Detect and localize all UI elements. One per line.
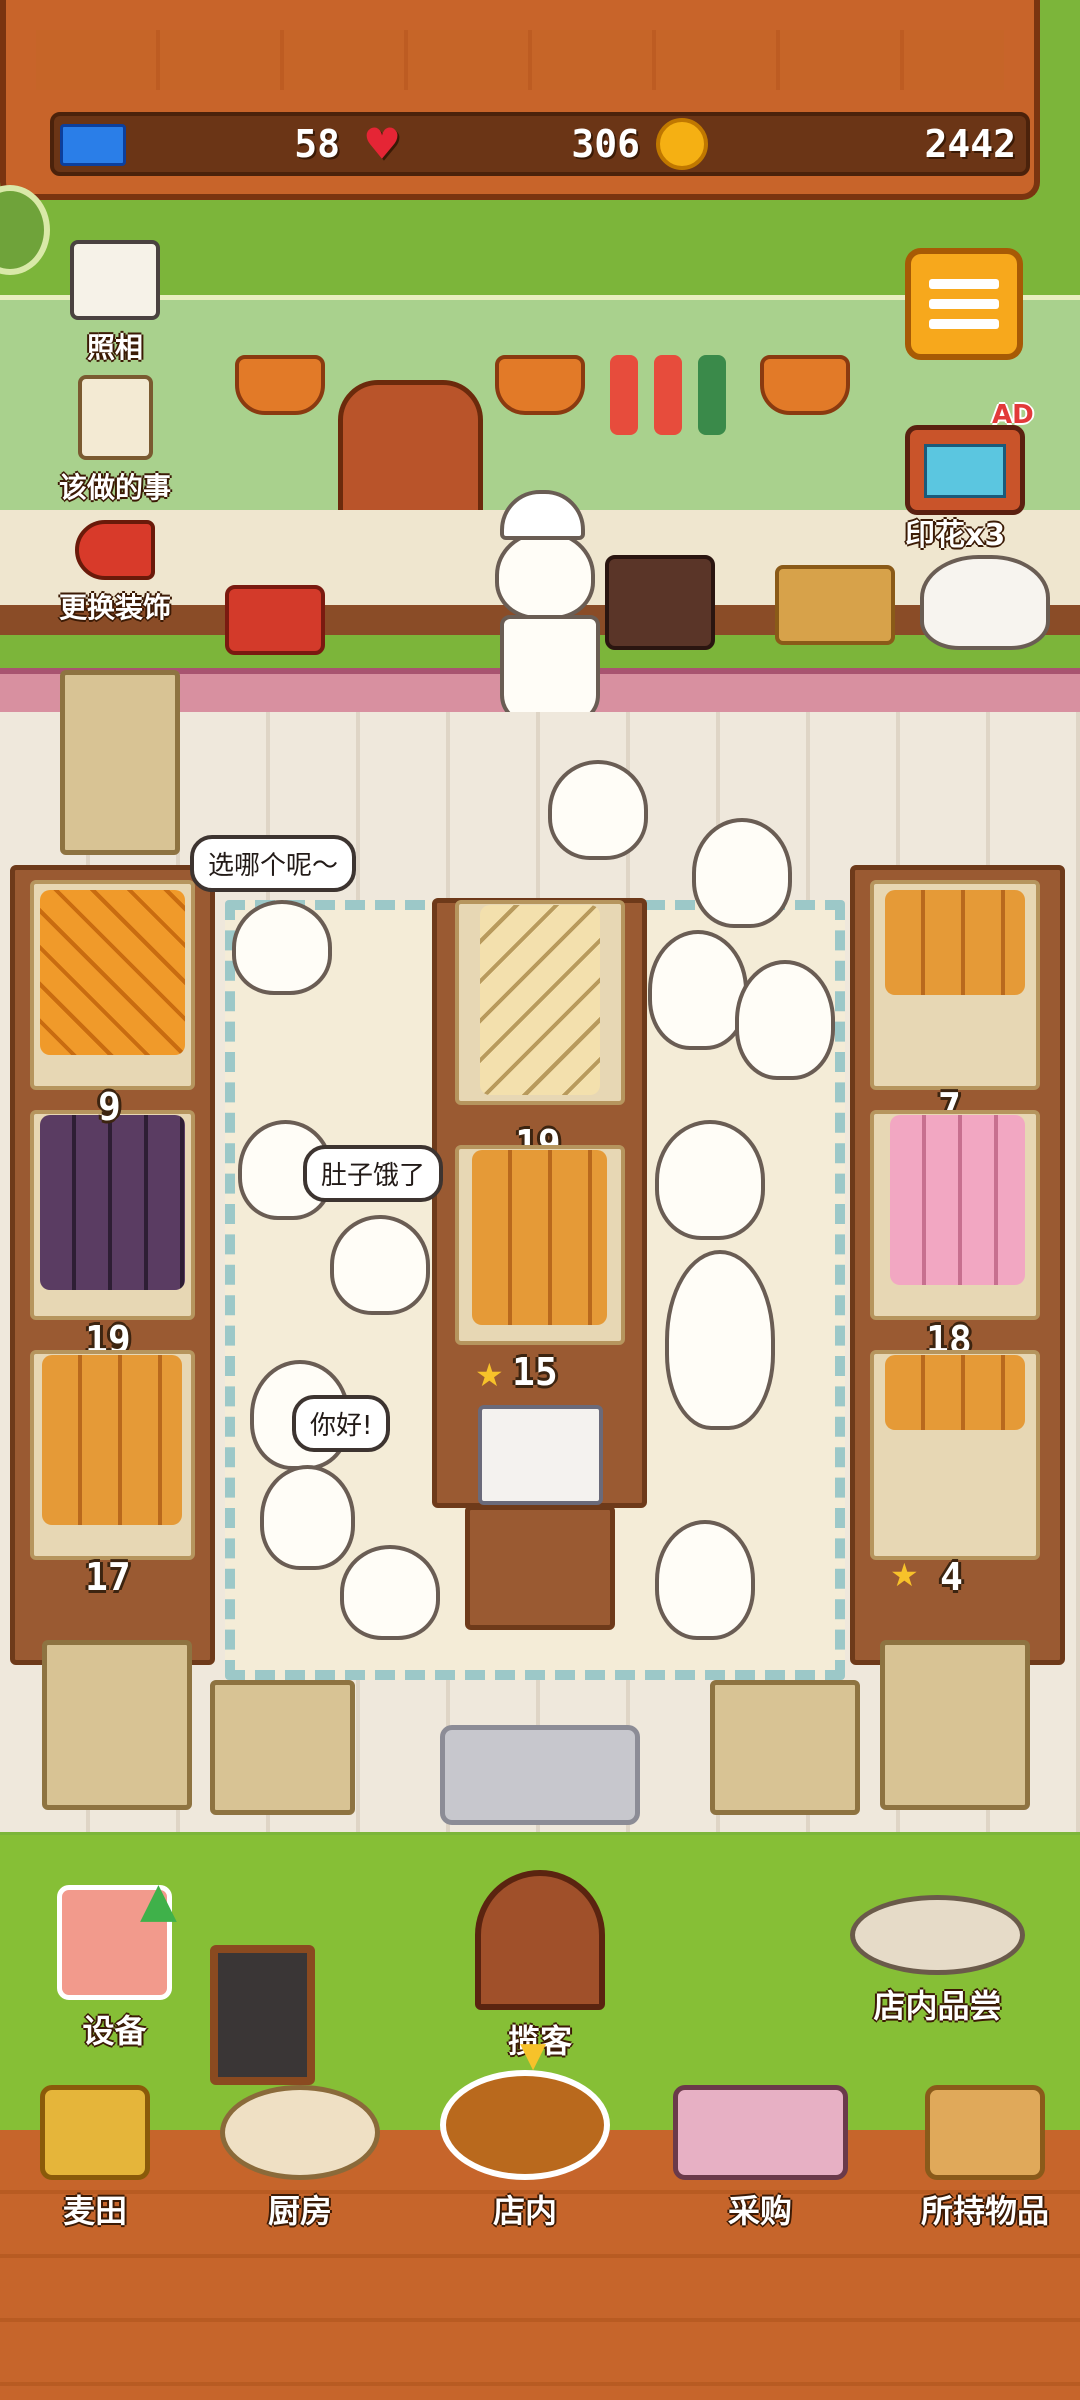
speech-bubble-hungry: 肚子饿了 [303,1145,444,1202]
coin-count: 2442 [924,122,1016,166]
photo-button[interactable]: 照相 [30,240,200,366]
center-cabinet [465,1505,615,1630]
wheat-icon [40,2085,150,2180]
nav-purchase[interactable]: 采购 [665,2085,855,2232]
coin-counter: 2442 [654,116,1030,172]
stamp-label: 印花x3 [905,518,1006,553]
wheat-field-label: 麦田 [62,2192,127,2230]
ticket-icon [60,124,126,166]
purchase-label: 采购 [727,2192,792,2230]
bread-basket-icon [440,2070,610,2180]
purple-cakes-icon [40,1115,185,1290]
teapot-icon [920,555,1050,650]
telephone-icon[interactable] [225,585,325,655]
box-icon [925,2085,1045,2180]
bread-icon [885,1355,1025,1430]
equipment-label: 设备 [82,2012,147,2050]
nav-kitchen[interactable]: 厨房 [210,2085,390,2232]
doormat [440,1725,640,1825]
tv-ad-icon[interactable] [905,425,1025,515]
menu-bar-icon [929,319,999,329]
left-purple-count: 9 [98,1085,121,1129]
inventory-label: 所持物品 [920,2192,1049,2230]
shop-label: 店内 [492,2192,557,2230]
menu-bar-icon [929,279,999,289]
star-icon: ★ [890,1556,919,1594]
attract-customers-button[interactable]: 揽客 [465,1870,615,2062]
customer-character[interactable] [548,760,648,860]
nav-wheat-field[interactable]: 麦田 [20,2085,170,2232]
rolling-pin-icon [220,2085,380,2180]
heart-icon: ♥ [366,115,398,175]
menu-board-icon[interactable] [210,1945,315,2085]
clipboard-icon [77,375,153,460]
customer-character[interactable] [735,960,835,1080]
cardboard-box-icon [60,670,180,855]
customer-character[interactable] [648,930,748,1050]
right-star-count: 4 [940,1555,963,1599]
cash-register-icon[interactable] [605,555,715,650]
speech-bubble-hello: 你好! [292,1395,391,1452]
hamburger-menu-button[interactable] [905,248,1023,360]
customer-character[interactable] [340,1545,440,1640]
current-tab-indicator-icon: ▼ [520,2035,547,2075]
store-goods-icon [672,2085,848,2180]
pumpkin-lamp-icon [235,355,325,415]
menu-bar-icon [929,299,999,309]
door-icon [475,1870,605,2010]
tasting-label: 店内品尝 [873,1987,1002,2025]
customer-character[interactable] [655,1520,755,1640]
crate-icon [880,1640,1030,1810]
upgrade-arrow-icon: ▲ [140,1872,177,1928]
customer-character[interactable] [655,1120,765,1240]
crate-icon [210,1680,355,1815]
tasting-tray-icon [850,1895,1025,1975]
crate-icon [42,1640,192,1810]
kitchen-label: 厨房 [267,2192,332,2230]
utensils-holder-icon[interactable] [478,1405,603,1505]
camera-icon [70,240,160,320]
paintbrush-icon [75,520,155,580]
buns-icon [472,1150,607,1325]
croissants-icon [40,890,185,1055]
tasting-button[interactable]: 店内品尝 [840,1895,1035,2027]
jars-icon [775,565,895,645]
sandwich-icon [480,905,600,1095]
ad-badge: AD [992,400,1034,430]
decor-label: 更换装饰 [58,591,171,624]
center-star-count: 15 [512,1350,558,1394]
pumpkin-lamp-icon [495,355,585,415]
rolls-icon [885,890,1025,995]
decor-button[interactable]: 更换装饰 [25,520,205,626]
customer-character[interactable] [692,818,792,928]
chef-character[interactable] [495,530,595,620]
todo-button[interactable]: 该做的事 [25,375,205,506]
customer-character[interactable] [330,1215,430,1315]
ticket-count: 58 [294,122,340,166]
customer-character[interactable] [260,1465,355,1570]
heart-counter: ♥ 306 [354,116,654,172]
resource-bar: 58 ♥ 306 2442 [50,112,1030,176]
speech-bubble-choose: 选哪个呢～ [190,835,357,892]
ticket-counter: 58 [54,116,354,172]
nav-inventory[interactable]: 所持物品 [900,2085,1070,2232]
bread-loaves-icon [42,1355,182,1525]
bottles-decor-icon [610,355,740,435]
pink-pig-buns-icon [890,1115,1025,1285]
nav-shop[interactable]: 店内 [435,2070,615,2232]
customer-character[interactable] [232,900,332,995]
star-icon: ★ [475,1356,504,1394]
photo-label: 照相 [86,331,143,364]
coin-icon [656,118,708,170]
todo-label: 该做的事 [58,471,171,504]
crate-icon [710,1680,860,1815]
pumpkin-lamp-icon [760,355,850,415]
chef-body [500,615,600,725]
heart-count: 306 [571,122,640,166]
left-bottom-count: 17 [85,1555,131,1599]
customer-character[interactable] [665,1250,775,1430]
